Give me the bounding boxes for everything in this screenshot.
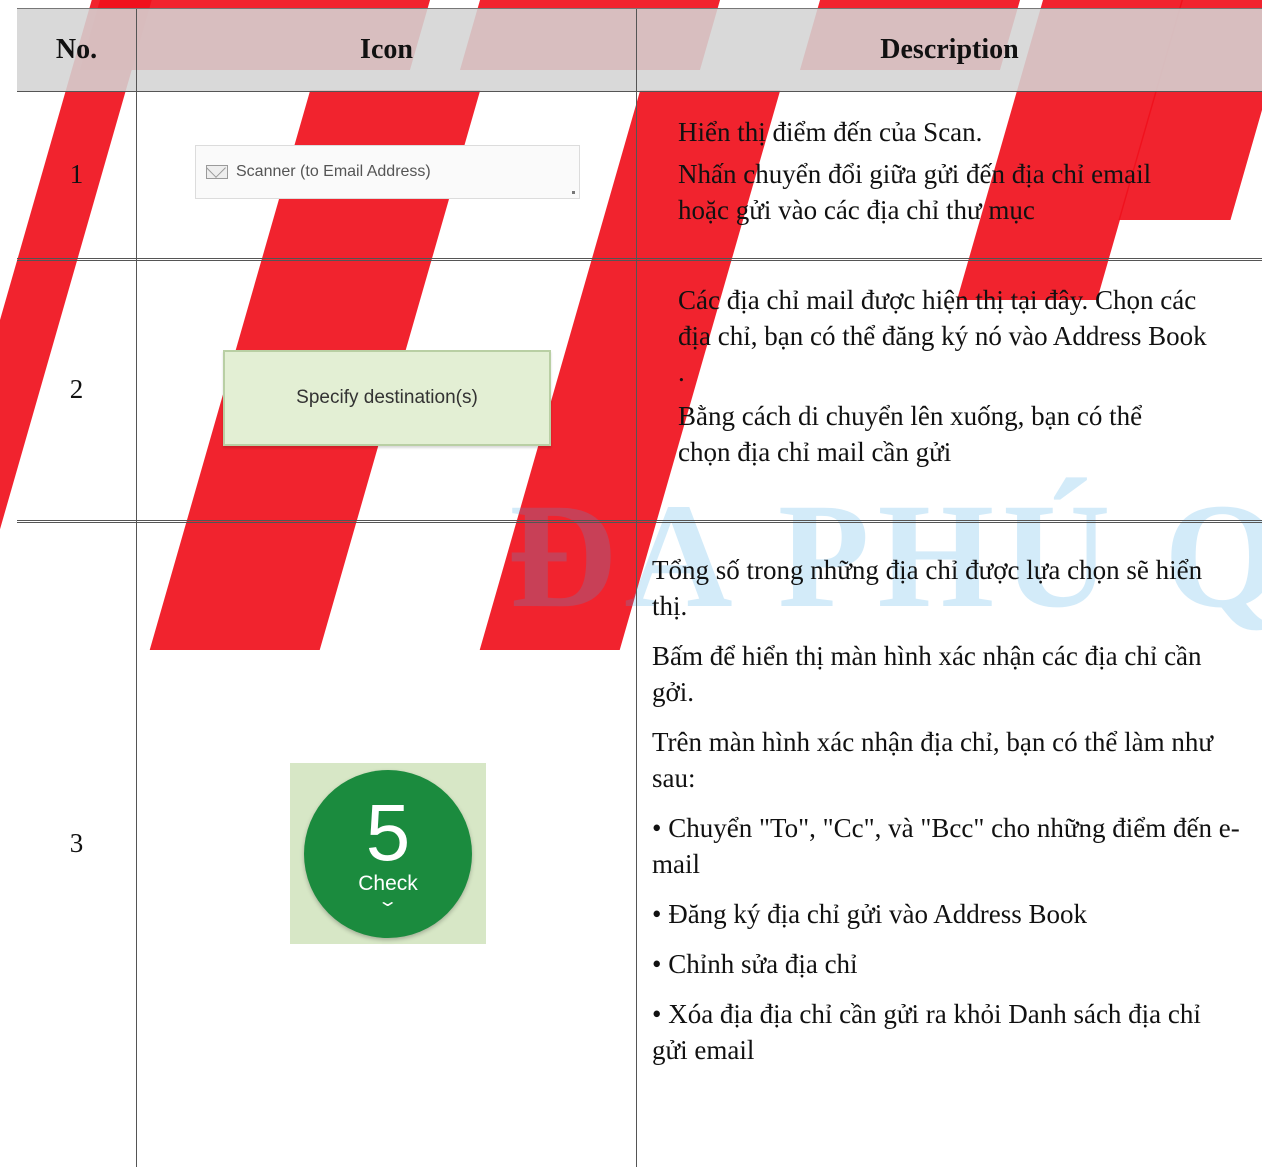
icon-cell: 5 Check ⌄ [136,520,636,1167]
check-label: Check [358,871,418,895]
table-row: 3 5 Check ⌄ Tổng số trong những địa chỉ … [17,520,1262,1167]
row-number: 3 [69,828,84,858]
table-header: No. Icon Description [17,8,1262,92]
description-line: • Xóa địa địa chỉ cần gửi ra khỏi Danh s… [652,999,1201,1065]
table-row: 2 Specify destination(s) Các địa chỉ mai… [17,258,1262,523]
destination-count: 5 [365,787,411,877]
description-line: Nhấn chuyển đổi giữa gửi đến địa chỉ ema… [678,159,1152,225]
description-line: Trên màn hình xác nhận địa chỉ, bạn có t… [652,727,1214,793]
mail-icon [206,165,228,179]
check-destinations-button[interactable]: 5 Check ⌄ [304,769,472,938]
row-number: 1 [69,158,84,189]
header-description: Description [636,9,1262,91]
check-badge-background: 5 Check ⌄ [290,763,486,944]
description-cell: Hiển thị điểm đến của Scan. Nhấn chuyển … [636,90,1262,258]
icon-cell: Scanner (to Email Address) [136,90,636,258]
scanner-destination-label: Scanner (to Email Address) [236,163,431,180]
description-line: Các địa chỉ mail được hiện thị tại đây. … [678,285,1207,387]
info-table: No. Icon Description 1 Scanner (to Email… [17,8,1262,1167]
description-cell: Tổng số trong những địa chỉ được lựa chọ… [636,520,1262,1167]
chevron-down-icon: ⌄ [377,892,399,910]
row-number: 2 [69,373,84,404]
description-line: Bấm để hiển thị màn hình xác nhận các đị… [652,641,1202,707]
description-line: • Chỉnh sửa địa chỉ [652,949,858,979]
description-line: Bằng cách di chuyển lên xuống, bạn có th… [678,401,1143,467]
icon-cell: Specify destination(s) [136,258,636,520]
description-cell: Các địa chỉ mail được hiện thị tại đây. … [636,258,1262,520]
scanner-destination-field[interactable]: Scanner (to Email Address) [195,145,580,199]
header-icon: Icon [136,9,636,91]
description-line: • Đăng ký địa chỉ gửi vào Address Book [652,899,1088,929]
description-line: • Chuyển "To", "Cc", và "Bcc" cho những … [652,813,1240,879]
resize-corner-icon [572,191,575,194]
table-row: 1 Scanner (to Email Address) Hiển thị đi… [17,90,1262,261]
header-no: No. [55,34,98,65]
description-line: Tổng số trong những địa chỉ được lựa chọ… [652,555,1203,621]
specify-destinations-button[interactable]: Specify destination(s) [223,350,551,446]
description-line: Hiển thị điểm đến của Scan. [678,117,983,147]
